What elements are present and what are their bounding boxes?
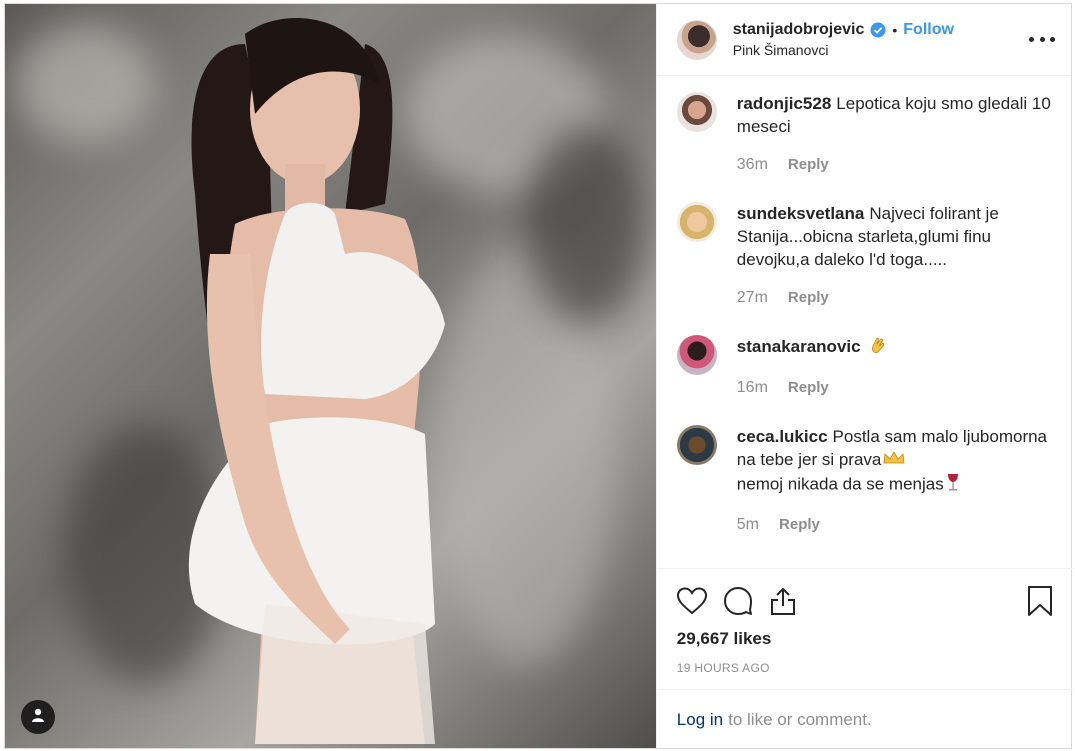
comment-item: radonjic528 Lepotica koju smo gledali 10 … [676,88,1055,176]
comment-time[interactable]: 27m [737,286,768,309]
post-location[interactable]: Pink Šimanovci [733,42,1029,58]
commenter-avatar[interactable] [676,335,717,375]
verified-badge-icon [870,22,886,38]
bookmark-icon[interactable] [1027,585,1053,617]
comment-item: ceca.lukicc Postla sam malo ljubomorna na… [676,421,1055,536]
login-prompt: Log in to like or comment. [656,689,1073,749]
comment-time[interactable]: 16m [737,376,768,399]
reply-button[interactable]: Reply [788,153,829,176]
comment-icon[interactable] [723,586,753,616]
commenter-avatar[interactable] [676,202,717,242]
comment-username[interactable]: stanakaranovic [737,337,861,356]
instagram-post: stanijadobrojevic • Follow Pink Šimanovc… [4,3,1073,749]
follow-button[interactable]: Follow [903,21,954,39]
post-photo[interactable] [5,4,656,748]
heart-icon[interactable] [676,587,707,615]
commenter-avatar[interactable] [676,92,717,132]
photo-subject [188,18,445,744]
header-separator: • [892,22,898,38]
comment-item: stanakaranovic 16m Reply [676,331,1055,399]
post-timestamp[interactable]: 19 HOURS AGO [677,661,1053,675]
user-tag-icon [30,707,46,728]
post-header: stanijadobrojevic • Follow Pink Šimanovc… [656,4,1071,76]
author-avatar[interactable] [676,19,717,60]
commenter-avatar[interactable] [676,425,717,465]
reply-button[interactable]: Reply [788,286,829,309]
login-link[interactable]: Log in [677,710,723,730]
share-icon[interactable] [769,586,797,616]
like-count[interactable]: 29,667 likes [677,629,1053,649]
post-sidebar: stanijadobrojevic • Follow Pink Šimanovc… [655,4,1073,749]
clapping-hands-emoji [868,335,888,361]
comment-time[interactable]: 36m [737,153,768,176]
comment-text-line2: nemoj nikada da se menjas [736,474,944,494]
more-options-icon[interactable] [1029,30,1055,50]
comment-username[interactable]: ceca.lukicc [737,427,828,446]
comments-list[interactable]: radonjic528 Lepotica koju smo gledali 10 … [657,76,1071,561]
login-prompt-text: to like or comment. [728,709,872,729]
comment-item: sundeksvetlana Najveci folirant je Stanij… [676,198,1055,309]
comment-time[interactable]: 5m [737,513,759,536]
reply-button[interactable]: Reply [788,376,829,399]
comment-username[interactable]: sundeksvetlana [737,204,865,223]
reply-button[interactable]: Reply [779,513,820,536]
crown-emoji [883,449,905,472]
comment-username[interactable]: radonjic528 [737,94,832,113]
author-username[interactable]: stanijadobrojevic [733,21,865,39]
post-actions: 29,667 likes 19 HOURS AGO [656,568,1073,675]
user-tag-button[interactable] [21,700,55,734]
wine-glass-emoji [946,472,960,498]
